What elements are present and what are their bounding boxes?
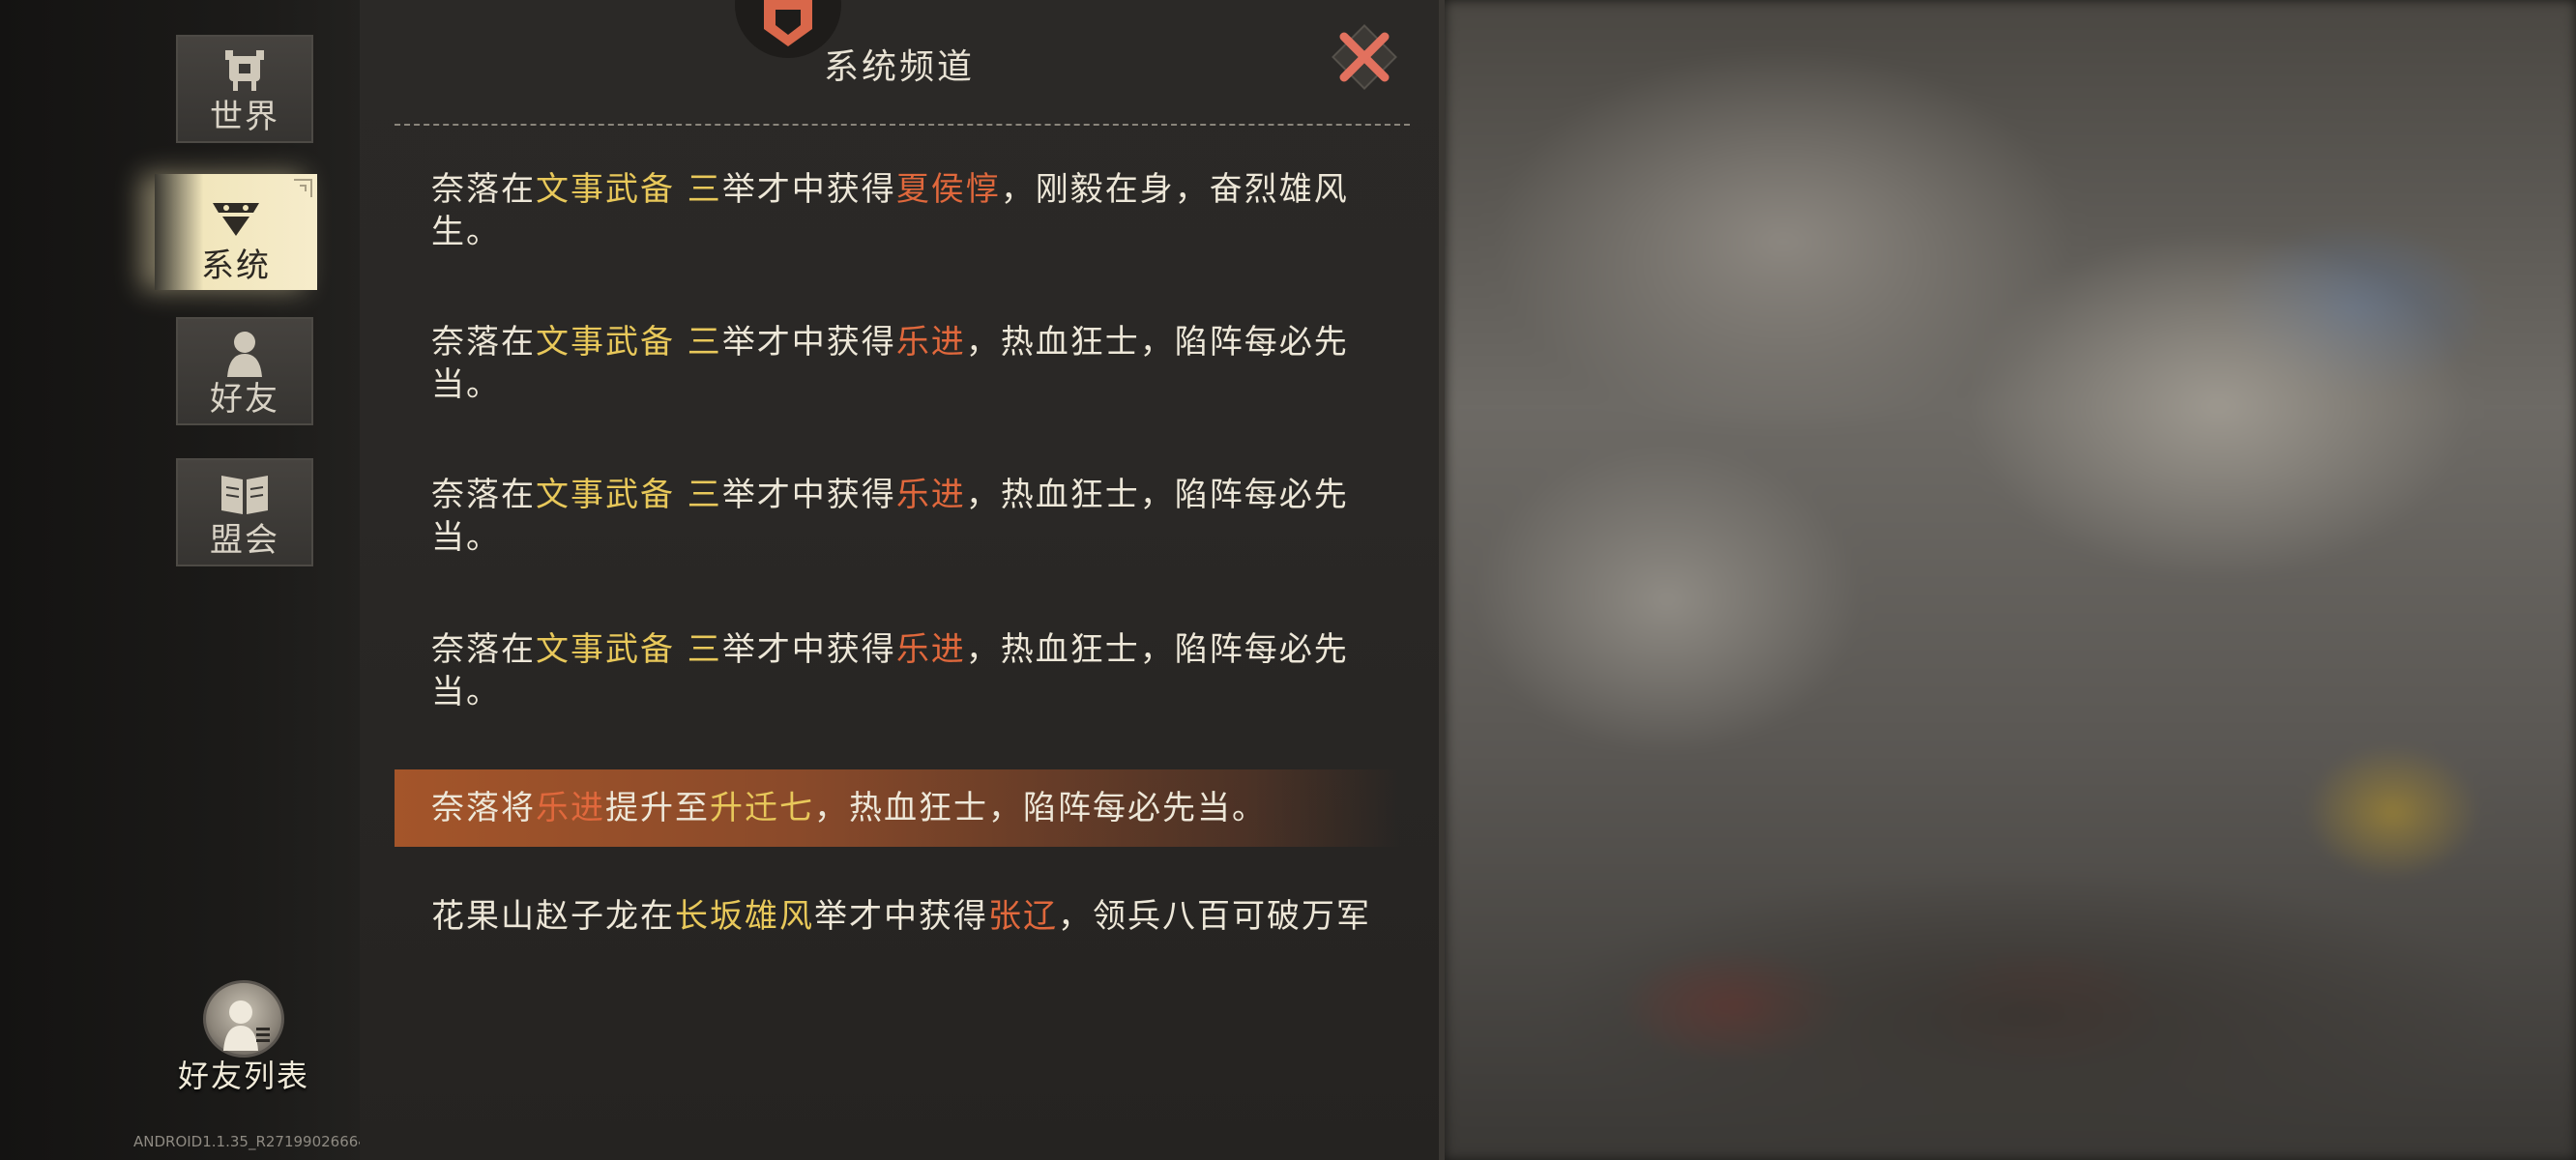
close-x-icon bbox=[1332, 24, 1397, 90]
book-icon bbox=[221, 476, 268, 514]
panel-title: 系统频道 bbox=[823, 47, 975, 87]
cauldron-icon bbox=[225, 50, 264, 91]
event-name: 文事武备 三 bbox=[536, 323, 722, 362]
friend-list-avatar-icon bbox=[203, 980, 284, 1058]
hero-name: 张辽 bbox=[988, 897, 1058, 936]
system-message: 花果山赵子龙在长坂雄风举才中获得张辽，领兵八百可破万军 bbox=[431, 897, 1371, 936]
person-icon bbox=[227, 332, 262, 377]
chat-screen: 世界 系统 好友 盟会 好友列表 ANDROID1.1.35_R27199026… bbox=[0, 0, 2576, 1160]
hero-name: 乐进 bbox=[895, 323, 966, 362]
tab-system-label: 系统 bbox=[201, 246, 271, 285]
close-button[interactable] bbox=[1327, 19, 1402, 95]
blurred-game-background bbox=[1445, 0, 2576, 1160]
system-message: 奈落在文事武备 三举才中获得乐进，热血狂士，陷阵每必先当。 bbox=[431, 630, 1349, 711]
channel-sidebar: 世界 系统 好友 盟会 好友列表 ANDROID1.1.35_R27199026… bbox=[0, 0, 594, 1160]
hero-name: 乐进 bbox=[895, 630, 966, 669]
title-divider bbox=[395, 124, 1410, 130]
friend-list-button[interactable]: 好友列表 bbox=[166, 980, 321, 1096]
tab-alliance[interactable]: 盟会 bbox=[176, 458, 313, 566]
corner-ornament-icon bbox=[294, 179, 312, 197]
tab-world-label: 世界 bbox=[210, 98, 279, 136]
system-message-highlighted: 奈落将乐进提升至升迁七，热血狂士，陷阵每必先当。 bbox=[431, 789, 1267, 827]
system-message: 奈落在文事武备 三举才中获得乐进，热血狂士，陷阵每必先当。 bbox=[431, 323, 1349, 404]
tab-friends-label: 好友 bbox=[210, 380, 279, 419]
hero-name: 乐进 bbox=[895, 476, 966, 514]
tab-world[interactable]: 世界 bbox=[176, 35, 313, 143]
hero-name: 夏侯惇 bbox=[895, 170, 1001, 209]
tab-alliance-label: 盟会 bbox=[210, 521, 279, 560]
event-name: 文事武备 三 bbox=[536, 630, 722, 669]
emblem-icon bbox=[213, 203, 259, 236]
hero-name: 乐进 bbox=[536, 789, 605, 827]
message-list[interactable]: 奈落在文事武备 三举才中获得夏侯惇，刚毅在身，奋烈雄风生。 奈落在文事武备 三举… bbox=[395, 155, 1400, 959]
event-name: 长坂雄风 bbox=[675, 897, 814, 936]
rank-name: 升迁七 bbox=[710, 789, 814, 827]
system-message: 奈落在文事武备 三举才中获得夏侯惇，刚毅在身，奋烈雄风生。 bbox=[431, 170, 1349, 251]
event-name: 文事武备 三 bbox=[536, 476, 722, 514]
tab-system[interactable]: 系统 bbox=[155, 174, 317, 290]
panel-border bbox=[1439, 0, 1445, 1160]
event-name: 文事武备 三 bbox=[536, 170, 722, 209]
tab-friends[interactable]: 好友 bbox=[176, 317, 313, 425]
system-message: 奈落在文事武备 三举才中获得乐进，热血狂士，陷阵每必先当。 bbox=[431, 476, 1349, 557]
